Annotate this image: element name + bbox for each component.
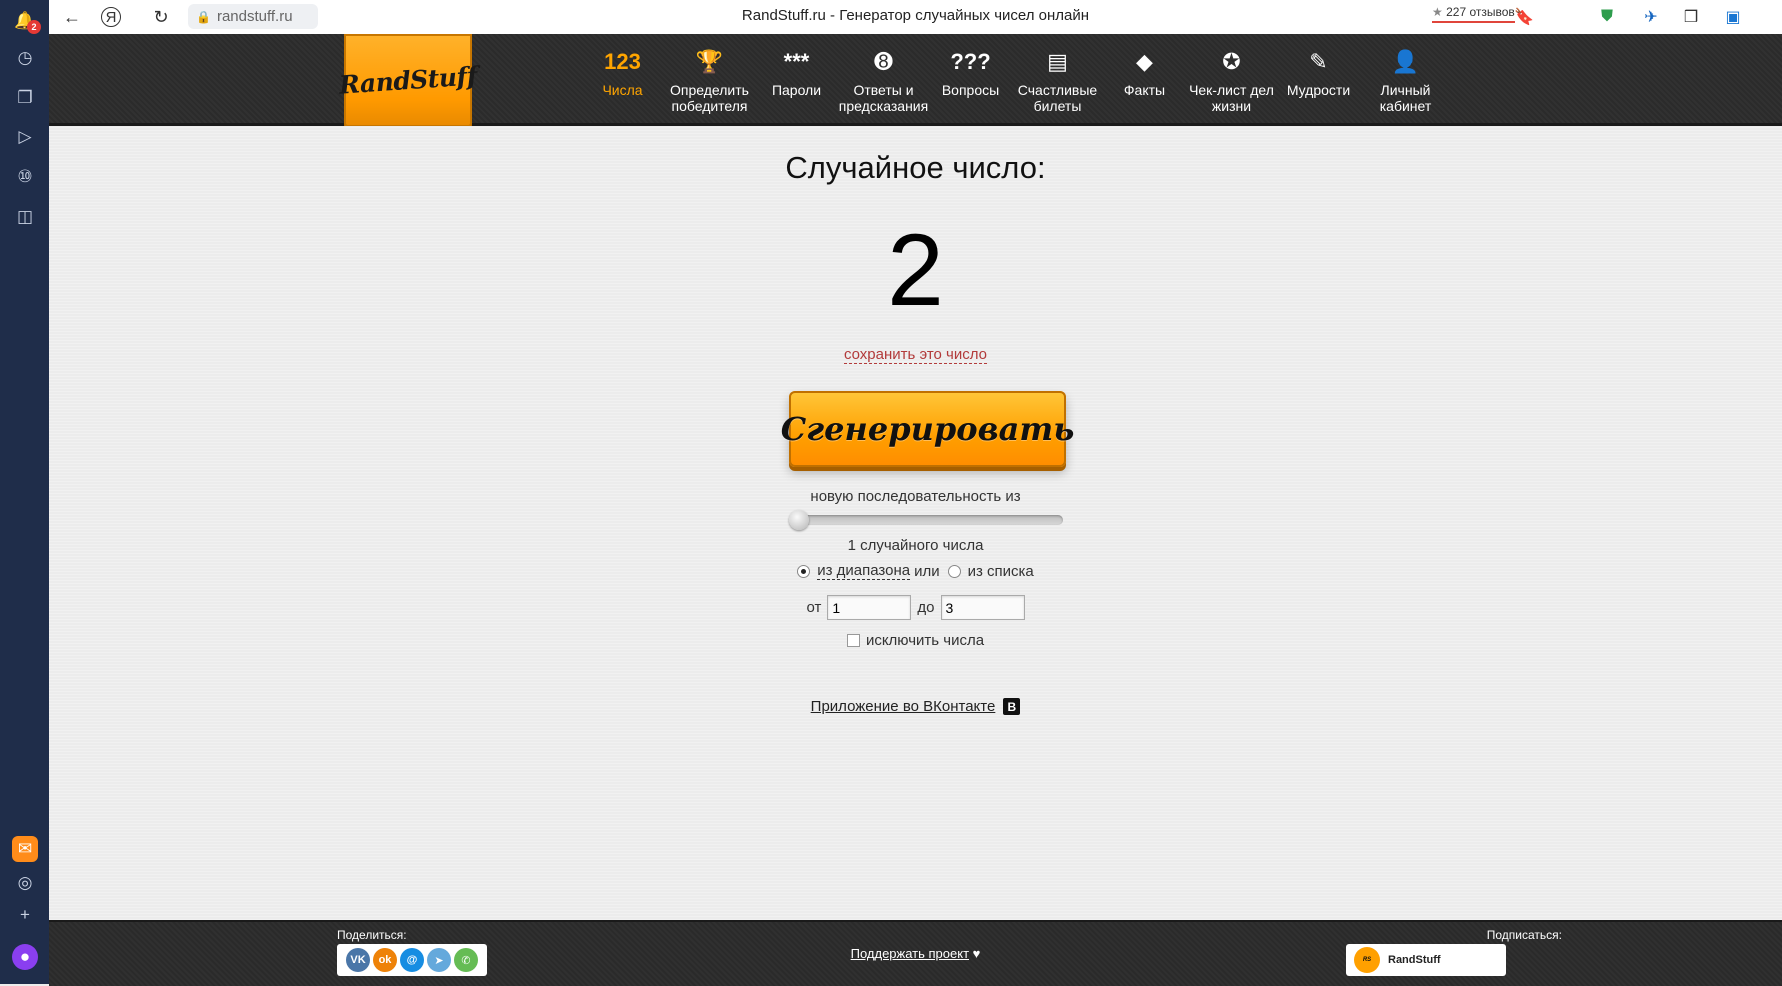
count-slider-handle[interactable]: [789, 510, 809, 530]
nav-label: Пароли: [771, 82, 822, 98]
nav-label: Числа: [602, 82, 643, 98]
browser-toolbar: ← Я ↻ 🔒 randstuff.ru RandStuff.ru - Гене…: [49, 0, 1782, 35]
nav-label: Личный кабинет: [1379, 82, 1432, 114]
scroll-icon: ✎: [1309, 49, 1328, 74]
to-label: до: [917, 599, 935, 616]
nav-label: Чек-лист дел жизни: [1189, 82, 1274, 114]
trophy-icon: 🏆: [695, 49, 724, 74]
count-label: 1 случайного числа: [847, 537, 984, 554]
warning-icon: ◆: [1136, 49, 1153, 74]
nav-item-checklist[interactable]: ✪ Чек-лист дел жизни: [1188, 34, 1275, 123]
from-input[interactable]: [827, 595, 912, 620]
notification-badge: 2: [27, 20, 41, 34]
save-number-link-row: сохранить это число: [49, 346, 1782, 364]
nav-item-account[interactable]: 👤 Личный кабинет: [1362, 34, 1449, 123]
yandex-logo-icon[interactable]: Я: [101, 7, 121, 27]
video-play-icon[interactable]: ▷: [12, 124, 38, 150]
star-icon: ★: [1432, 5, 1443, 19]
protect-shield-icon[interactable]: ⛊: [1595, 5, 1619, 29]
browser-sidebar: 🔔 2 ◷ ❐ ▷ ⑩ ◫ ✉ ◎ + ●: [0, 0, 49, 984]
nav-item-passwords[interactable]: *** Пароли: [753, 34, 840, 123]
sequence-label: новую последовательность из: [810, 488, 1021, 505]
nav-label: Счастливые билеты: [1017, 82, 1098, 114]
vk-logo-icon[interactable]: B: [1003, 698, 1021, 715]
generate-button-label: Сгенерировать: [780, 410, 1075, 448]
badge-check-icon: ✪: [1222, 49, 1241, 74]
support-row: Поддержать проект ♥: [49, 946, 1782, 961]
bookmark-icon[interactable]: 🔖: [1512, 5, 1536, 29]
to-input[interactable]: [940, 595, 1025, 620]
collections-icon[interactable]: ❐: [12, 85, 38, 111]
screenshot-camera-icon[interactable]: ◫: [12, 204, 38, 230]
range-radio[interactable]: [797, 564, 811, 578]
list-radio-label[interactable]: из списка: [968, 563, 1034, 580]
address-text: randstuff.ru: [216, 8, 293, 25]
nav-label: Мудрости: [1286, 82, 1351, 98]
address-bar[interactable]: 🔒 randstuff.ru: [188, 4, 318, 29]
save-number-link[interactable]: сохранить это число: [843, 346, 988, 364]
reviews-label: 227 отзывов: [1446, 5, 1515, 19]
site-header: RandStuff 123 Числа 🏆 Определить победит…: [49, 34, 1782, 127]
exclude-checkbox[interactable]: [846, 634, 860, 647]
alice-assistant-icon[interactable]: ●: [12, 944, 38, 970]
site-footer: Поделиться: VK ok @ ➤ ✆ Поддержать проек…: [49, 920, 1782, 986]
mode-selector: из диапазона или из списка: [49, 562, 1782, 580]
nav-item-numbers[interactable]: 123 Числа: [579, 34, 666, 123]
extension-translate-icon[interactable]: ▣: [1721, 5, 1745, 29]
site-logo[interactable]: RandStuff: [338, 34, 478, 127]
randstuff-avatar-icon: RS: [1354, 947, 1380, 973]
user-icon: 👤: [1391, 49, 1420, 74]
logo-text: RandStuff: [338, 61, 478, 100]
alice-ring-icon[interactable]: ◎: [12, 870, 38, 896]
exclude-row: исключить числа: [49, 632, 1782, 649]
reload-icon[interactable]: ↻: [148, 4, 174, 30]
add-panel-icon[interactable]: +: [12, 902, 38, 928]
support-link[interactable]: Поддержать проект: [851, 946, 969, 961]
reviews-button[interactable]: ★ 227 отзывов: [1432, 5, 1515, 23]
range-radio-label[interactable]: из диапазона: [817, 562, 911, 580]
nav-label: Факты: [1123, 82, 1166, 98]
nav-item-answers[interactable]: ➑ Ответы и предсказания: [838, 34, 929, 123]
lock-icon: 🔒: [196, 9, 211, 24]
nav-item-wisdom[interactable]: ✎ Мудрости: [1275, 34, 1362, 123]
subscribe-label: Подписаться:: [1486, 928, 1562, 942]
generate-button[interactable]: Сгенерировать: [781, 391, 1074, 467]
main-nav: 123 Числа 🏆 Определить победителя *** Па…: [579, 34, 1449, 123]
history-icon[interactable]: ◷: [12, 45, 38, 71]
mail-app-icon[interactable]: ✉: [12, 836, 38, 862]
question-marks-icon: ???: [950, 49, 991, 74]
exclude-label[interactable]: исключить числа: [866, 632, 984, 649]
vk-app-row: Приложение во ВКонтакте B: [49, 698, 1782, 715]
nav-item-facts[interactable]: ◆ Факты: [1101, 34, 1188, 123]
back-arrow-icon[interactable]: ←: [59, 4, 85, 30]
count-slider-track[interactable]: [790, 515, 1063, 525]
heart-icon: ♥: [972, 946, 981, 961]
main-content: Случайное число: 2 сохранить это число С…: [49, 126, 1782, 920]
numbers-123-icon: 123: [604, 49, 641, 74]
share-label: Поделиться:: [337, 928, 407, 942]
nav-item-winner[interactable]: 🏆 Определить победителя: [666, 34, 753, 123]
nav-item-tickets[interactable]: ▤ Счастливые билеты: [1014, 34, 1101, 123]
nav-item-questions[interactable]: ??? Вопросы: [927, 34, 1014, 123]
counter-10-icon[interactable]: ⑩: [12, 164, 38, 190]
or-label: или: [914, 562, 940, 580]
nav-label: Вопросы: [941, 82, 1000, 98]
subscribe-name: RandStuff: [1388, 954, 1441, 966]
8-ball-icon: ➑: [874, 49, 893, 74]
nav-label: Ответы и предсказания: [838, 82, 929, 114]
from-label: от: [806, 599, 822, 616]
range-inputs: от до: [49, 595, 1782, 620]
nav-label: Определить победителя: [670, 82, 749, 114]
result-value: 2: [887, 213, 944, 327]
list-radio[interactable]: [947, 564, 961, 578]
asterisks-icon: ***: [783, 49, 810, 74]
extension-panel-icon[interactable]: ❒: [1679, 5, 1703, 29]
tickets-icon: ▤: [1047, 49, 1068, 74]
vk-app-link[interactable]: Приложение во ВКонтакте: [811, 698, 996, 715]
extension-bird-icon[interactable]: ✈: [1639, 5, 1663, 29]
result-title: Случайное число:: [785, 150, 1046, 185]
subscribe-widget[interactable]: RS RandStuff: [1346, 944, 1506, 976]
